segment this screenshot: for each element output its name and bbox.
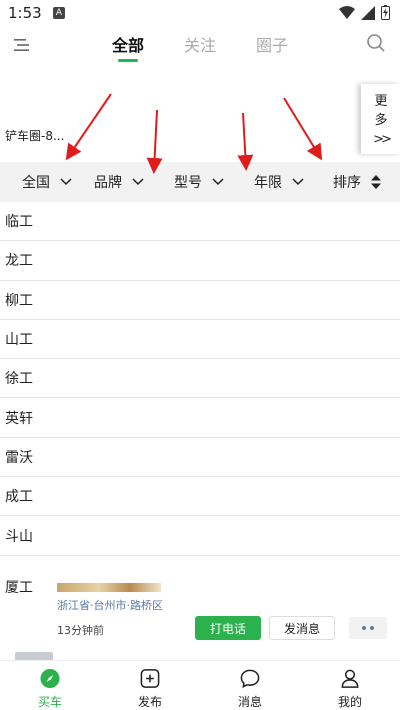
plus-square-icon xyxy=(140,669,160,688)
chevron-down-icon xyxy=(292,178,304,186)
filter-sort-label: 排序 xyxy=(333,175,361,191)
system-icons xyxy=(339,5,390,20)
circle-item[interactable]: 铲车圈-8... xyxy=(5,127,64,144)
double-chevron-right-icon: >> xyxy=(373,132,392,147)
tab-following[interactable]: 关注 xyxy=(184,26,216,66)
listing-thumbnail xyxy=(15,652,53,660)
nav-mine[interactable]: 我的 xyxy=(300,661,400,710)
person-icon xyxy=(341,669,359,688)
filter-model[interactable]: 型号 xyxy=(174,162,224,202)
filter-region-label: 全国 xyxy=(22,175,50,191)
list-item[interactable]: 英轩 xyxy=(0,398,400,438)
filter-brand[interactable]: 品牌 xyxy=(94,162,144,202)
nav-buy-label: 买车 xyxy=(37,695,62,709)
listing-card[interactable]: 厦工 浙江省·台州市·路桥区 13分钟前 打电话 发消息 xyxy=(0,580,400,660)
nav-messages-label: 消息 xyxy=(237,695,262,709)
chat-bubble-icon xyxy=(240,669,260,688)
list-item[interactable]: 山工 xyxy=(0,320,400,360)
tab-bar: 全部 关注 圈子 xyxy=(0,26,400,66)
message-button[interactable]: 发消息 xyxy=(269,616,335,640)
filter-years-label: 年限 xyxy=(254,175,282,191)
circle-strip: 铲车圈-8... 更 多 >> xyxy=(0,80,400,160)
filter-model-label: 型号 xyxy=(174,175,202,191)
dot-icon xyxy=(362,626,366,630)
more-circles-button[interactable]: 更 多 >> xyxy=(361,84,400,154)
filter-sort[interactable]: 排序 xyxy=(333,162,381,202)
tab-circles[interactable]: 圈子 xyxy=(256,26,288,66)
more-options-button[interactable] xyxy=(349,617,387,639)
wifi-icon xyxy=(339,5,355,19)
call-button[interactable]: 打电话 xyxy=(195,616,261,640)
listing-location: 浙江省·台州市·路桥区 xyxy=(57,599,163,612)
filter-bar: 全国 品牌 型号 年限 排序 xyxy=(0,162,400,202)
list-item[interactable]: 厦工 xyxy=(5,567,33,606)
list-item[interactable]: 龙工 xyxy=(0,241,400,281)
bottom-navigation: 买车 发布 消息 我的 xyxy=(0,660,400,710)
list-item[interactable]: 柳工 xyxy=(0,281,400,320)
list-item[interactable]: 徐工 xyxy=(0,359,400,399)
filter-region[interactable]: 全国 xyxy=(22,162,72,202)
top-navigation: 全部 关注 圈子 xyxy=(0,26,400,66)
compass-icon xyxy=(40,668,60,689)
notification-badge: A xyxy=(53,7,65,19)
chevron-down-icon xyxy=(212,178,224,186)
filter-brand-label: 品牌 xyxy=(94,175,122,191)
list-item[interactable]: 临工 xyxy=(0,202,400,242)
list-item[interactable]: 成工 xyxy=(0,477,400,517)
chevron-down-icon xyxy=(132,178,144,186)
status-bar: 1:53 A xyxy=(0,0,400,26)
battery-icon xyxy=(381,5,390,20)
tab-all[interactable]: 全部 xyxy=(112,26,144,66)
nav-publish-label: 发布 xyxy=(137,695,162,709)
more-label-1: 更 xyxy=(374,94,388,109)
list-item[interactable]: 雷沃 xyxy=(0,438,400,478)
dot-icon xyxy=(370,626,374,630)
listing-thumbnail xyxy=(57,583,161,592)
nav-mine-label: 我的 xyxy=(337,695,362,709)
brand-list: 临工 龙工 柳工 山工 徐工 英轩 雷沃 成工 斗山 xyxy=(0,202,400,556)
signal-icon xyxy=(361,5,375,20)
sort-icon xyxy=(371,175,381,189)
search-icon[interactable] xyxy=(366,33,386,53)
more-label-2: 多 xyxy=(374,113,388,128)
nav-messages[interactable]: 消息 xyxy=(200,661,300,710)
list-item[interactable]: 斗山 xyxy=(0,516,400,556)
status-time: 1:53 xyxy=(8,4,42,22)
nav-publish[interactable]: 发布 xyxy=(100,661,200,710)
listing-time: 13分钟前 xyxy=(57,624,104,637)
nav-buy[interactable]: 买车 xyxy=(0,661,100,710)
filter-years[interactable]: 年限 xyxy=(254,162,304,202)
chevron-down-icon xyxy=(60,178,72,186)
